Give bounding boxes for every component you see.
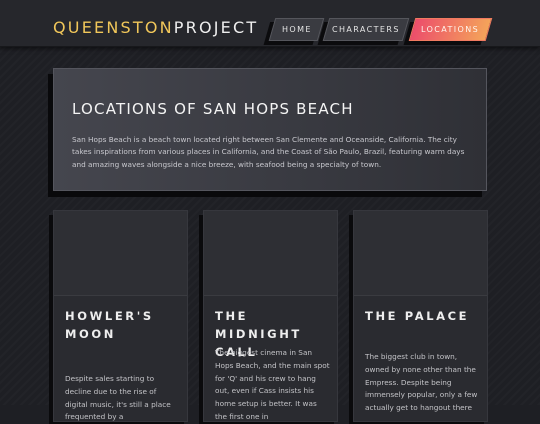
location-card-description: Despite sales starting to decline due to…	[65, 374, 171, 422]
location-card-the-midnight-call[interactable]: THE MIDNIGHT CALL The biggest cinema in …	[203, 210, 338, 422]
intro-description: San Hops Beach is a beach town located r…	[72, 135, 465, 169]
logo-part-queenston: QUEENSTON	[53, 18, 174, 37]
location-card-the-palace[interactable]: THE PALACE The biggest club in town, own…	[353, 210, 488, 422]
location-image-placeholder	[54, 211, 187, 296]
nav-characters-label: CHARACTERS	[332, 25, 400, 34]
site-logo[interactable]: QUEENSTONPROJECT	[53, 18, 258, 38]
page-title: LOCATIONS OF SAN HOPS BEACH	[72, 100, 354, 118]
intro-panel: LOCATIONS OF SAN HOPS BEACH San Hops Bea…	[53, 68, 487, 191]
nav-locations-label: LOCATIONS	[421, 25, 480, 34]
location-card-description: The biggest club in town, owned by none …	[365, 352, 478, 413]
location-card-description: The biggest cinema in San Hops Beach, an…	[215, 348, 330, 421]
nav-locations-button[interactable]: LOCATIONS	[408, 18, 493, 41]
location-image-placeholder	[354, 211, 487, 296]
location-card-howlers-moon[interactable]: HOWLER'S MOON Despite sales starting to …	[53, 210, 188, 422]
nav-home-button[interactable]: HOME	[268, 18, 325, 41]
location-card-title: HOWLER'S MOON	[65, 309, 154, 341]
top-navigation-bar: QUEENSTONPROJECT HOME CHARACTERS LOCATIO…	[0, 0, 540, 47]
location-image-placeholder	[204, 211, 337, 296]
logo-part-project: PROJECT	[173, 18, 259, 37]
nav-characters-button[interactable]: CHARACTERS	[322, 18, 410, 41]
location-card-title: THE PALACE	[365, 309, 470, 323]
nav-home-label: HOME	[281, 25, 312, 34]
